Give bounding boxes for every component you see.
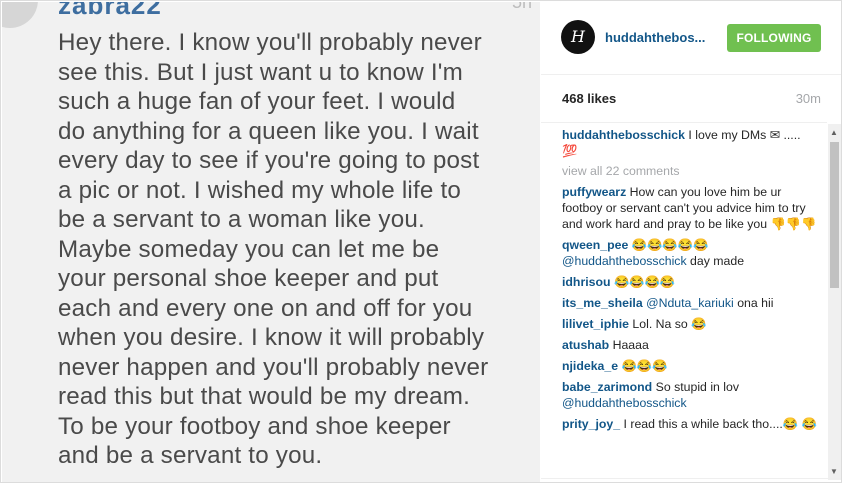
comment-item: idhrisou 😂😂😂😂 xyxy=(541,274,827,290)
divider xyxy=(541,478,841,479)
dm-message-line: To be your footboy and shoe keeper xyxy=(58,412,451,440)
comment-user-link[interactable]: njideka_e xyxy=(562,359,618,373)
dm-message-line: each and every one on and off for you xyxy=(58,294,473,322)
comment-text: 😂😂😂😂 xyxy=(613,275,676,289)
dm-message-line: your personal shoe keeper and put xyxy=(58,265,439,292)
comment-text: 😂😂😂😂😂 xyxy=(631,238,709,252)
comment-user-link[interactable]: babe_zarimond xyxy=(562,380,652,394)
comment-item: lilivet_iphie Lol. Na so 😂 xyxy=(541,316,827,332)
following-button[interactable]: FOLLOWING xyxy=(727,24,821,52)
comment-text: day made xyxy=(690,254,745,268)
comment-user-link[interactable]: puffywearz xyxy=(562,185,626,199)
comment-text: Lol. Na so 😂 xyxy=(632,317,707,331)
comment-text: Haaaa xyxy=(612,338,649,352)
scroll-down-arrow-icon[interactable]: ▼ xyxy=(830,467,838,476)
comment-item: puffywearz How can you love him be ur fo… xyxy=(541,184,827,232)
comment-user-link[interactable]: idhrisou xyxy=(562,275,611,289)
post-image[interactable]: zabra22 5h Hey there. I know you'll prob… xyxy=(2,2,540,482)
dm-message-line: every day to see if you're going to post xyxy=(58,147,480,174)
dm-message-line: such a huge fan of your feet. I would xyxy=(58,88,456,115)
dm-message-line: see this. But I just want u to know I'm xyxy=(58,58,463,86)
comment-text: So stupid in lov xyxy=(655,380,740,394)
likes-count[interactable]: 468 likes xyxy=(562,91,616,106)
comment-item: prity_joy_ I read this a while back tho.… xyxy=(541,416,827,432)
post-modal: zabra22 5h Hey there. I know you'll prob… xyxy=(0,0,842,483)
dm-message-line: Hey there. I know you'll probably never xyxy=(58,29,482,56)
comment-user-link[interactable]: lilivet_iphie xyxy=(562,317,629,331)
scroll-up-arrow-icon[interactable]: ▲ xyxy=(830,128,838,137)
post-sidebar: H huddahthebos... FOLLOWING 468 likes 30… xyxy=(541,2,841,482)
comment-text: I read this a while back tho....😂 😂 xyxy=(623,417,817,431)
profile-avatar[interactable]: H xyxy=(561,20,595,54)
comment-text: 😂😂😂 xyxy=(621,359,668,373)
comment-user-link[interactable]: atushab xyxy=(562,338,609,352)
dm-username: zabra22 xyxy=(58,2,162,20)
view-all-comments-link[interactable]: view all 22 comments xyxy=(541,164,827,178)
dm-message-line: be a servant to a woman like you. xyxy=(58,206,425,233)
dm-message-line: do anything for a queen like you. I wait xyxy=(58,117,479,145)
comment-user-link[interactable]: qween_pee xyxy=(562,238,628,252)
comment-item: babe_zarimond So stupid in lov @huddahth… xyxy=(541,379,827,411)
comment-item: its_me_sheila @Nduta_kariuki ona hii xyxy=(541,295,827,311)
comment-user-link[interactable]: its_me_sheila xyxy=(562,296,643,310)
dm-timestamp: 5h xyxy=(511,2,532,12)
dm-message-line: Maybe someday you can let me be xyxy=(58,235,440,263)
comments-scrollbar[interactable]: ▲ ▼ xyxy=(828,124,841,480)
dm-avatar xyxy=(2,2,38,28)
comment-item: atushab Haaaa xyxy=(541,337,827,353)
dm-message: Hey there. I know you'll probably never s… xyxy=(58,28,536,471)
dm-message-line: a pic or not. I wished my whole life to xyxy=(58,176,462,204)
dm-message-line: and be a servant to you. xyxy=(58,442,323,469)
post-header: H huddahthebos... FOLLOWING xyxy=(541,2,841,75)
comment-mention-link[interactable]: @huddahthebosschick xyxy=(562,396,687,410)
caption-user-link[interactable]: huddahthebosschick xyxy=(562,128,685,142)
profile-username-link[interactable]: huddahthebos... xyxy=(605,30,705,45)
caption: huddahthebosschick I love my DMs ✉ .....… xyxy=(541,127,827,159)
comment-item: njideka_e 😂😂😂 xyxy=(541,358,827,374)
comment-mention-link[interactable]: @huddahthebosschick xyxy=(562,254,687,268)
scrollbar-thumb[interactable] xyxy=(830,142,839,288)
post-time-ago: 30m xyxy=(795,91,821,106)
dm-message-line: read this but that would be my dream. xyxy=(58,383,471,410)
comment-mention-link[interactable]: @Nduta_kariuki xyxy=(646,296,734,310)
comments-list[interactable]: huddahthebosschick I love my DMs ✉ .....… xyxy=(541,122,827,479)
dm-message-line: when you desire. I know it will probably xyxy=(58,324,485,351)
comment-text: ona hii xyxy=(737,296,774,310)
comment-user-link[interactable]: prity_joy_ xyxy=(562,417,620,431)
comment-item: qween_pee 😂😂😂😂😂 @huddahthebosschick day … xyxy=(541,237,827,269)
dm-message-line: never happen and you'll probably never xyxy=(58,353,489,381)
